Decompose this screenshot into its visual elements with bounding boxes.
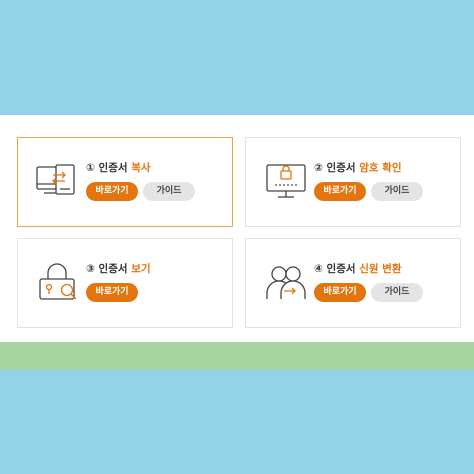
guide-button[interactable]: 가이드 xyxy=(143,182,195,201)
bottom-background-band xyxy=(0,370,474,474)
card-title: ① 인증서 복사 xyxy=(86,160,151,175)
pc-transfer-icon xyxy=(34,156,84,206)
top-background-band xyxy=(0,0,474,115)
card-number: ① xyxy=(86,162,95,174)
card-title-text: 인증서 xyxy=(326,263,356,275)
go-button[interactable]: 바로가기 xyxy=(86,283,138,302)
lock-search-icon xyxy=(34,257,84,307)
card-certificate-identity-conversion[interactable]: ④ 인증서 신원 변환 바로가기 가이드 xyxy=(245,238,461,328)
card-certificate-view[interactable]: ③ 인증서 보기 바로가기 xyxy=(17,238,233,328)
card-title-text: 인증서 xyxy=(98,263,128,275)
card-number: ② xyxy=(314,162,323,174)
card-title-highlight: 복사 xyxy=(131,162,151,174)
card-title-highlight: 보기 xyxy=(131,263,151,275)
card-title: ② 인증서 암호 확인 xyxy=(314,160,401,175)
go-button[interactable]: 바로가기 xyxy=(86,182,138,201)
go-button[interactable]: 바로가기 xyxy=(314,283,366,302)
card-certificate-copy[interactable]: ① 인증서 복사 바로가기 가이드 xyxy=(17,137,233,227)
guide-button[interactable]: 가이드 xyxy=(371,182,423,201)
monitor-lock-icon xyxy=(262,156,312,206)
card-number: ③ xyxy=(86,263,95,275)
green-divider-band xyxy=(0,342,474,370)
guide-button[interactable]: 가이드 xyxy=(371,283,423,302)
card-number: ④ xyxy=(314,263,323,275)
users-transfer-icon xyxy=(262,257,312,307)
go-button[interactable]: 바로가기 xyxy=(314,182,366,201)
card-title-highlight: 신원 변환 xyxy=(359,263,402,275)
card-title: ③ 인증서 보기 xyxy=(86,261,151,276)
card-title: ④ 인증서 신원 변환 xyxy=(314,261,401,276)
card-title-text: 인증서 xyxy=(98,162,128,174)
card-certificate-password-check[interactable]: ② 인증서 암호 확인 바로가기 가이드 xyxy=(245,137,461,227)
card-title-highlight: 암호 확인 xyxy=(359,162,402,174)
card-title-text: 인증서 xyxy=(326,162,356,174)
